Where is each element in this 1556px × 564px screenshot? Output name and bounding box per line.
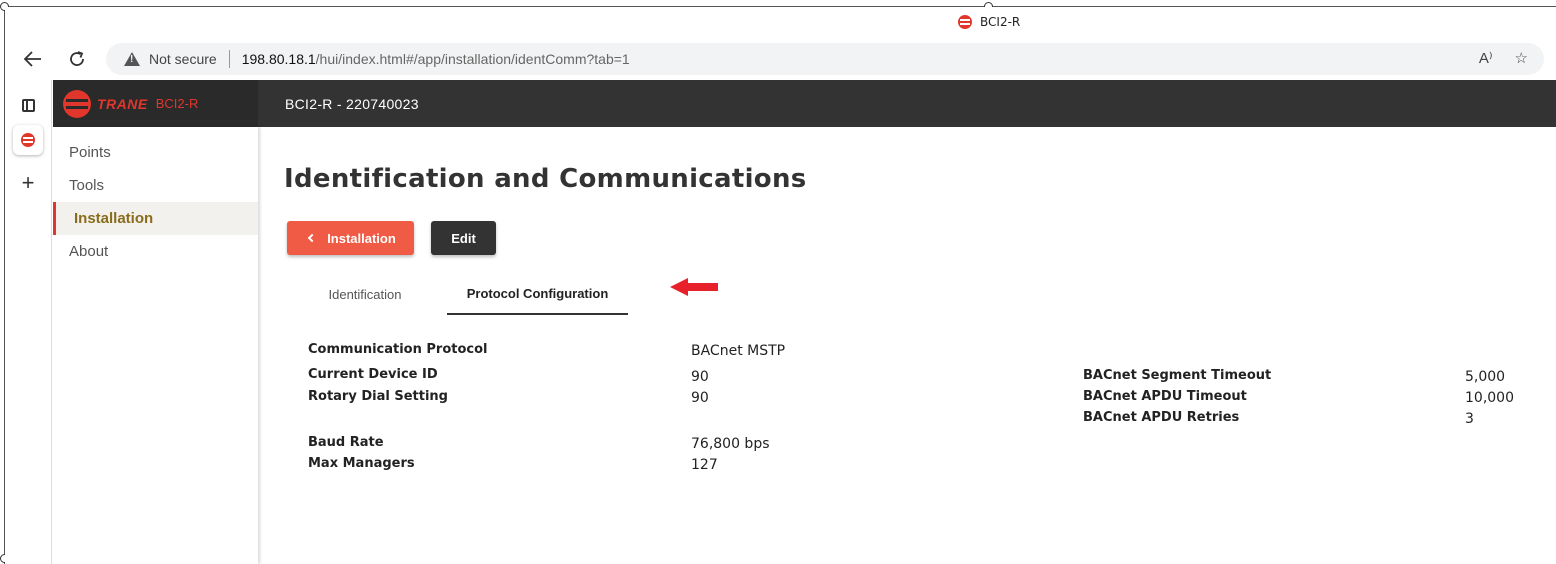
field-label-max-managers: Max Managers	[308, 456, 415, 471]
sidebar-item-tools[interactable]: Tools	[53, 169, 258, 202]
sidebar-toggle-button[interactable]	[13, 90, 43, 120]
field-label-communication-protocol: Communication Protocol	[308, 342, 488, 357]
sidebar-item-label: Installation	[74, 210, 154, 227]
favorite-star-icon[interactable]: ☆	[1515, 49, 1528, 67]
field-value-max-managers: 127	[691, 457, 718, 473]
field-label-bacnet-apdu-retries: BACnet APDU Retries	[1083, 410, 1240, 425]
security-label[interactable]: Not secure	[149, 51, 217, 67]
field-value-bacnet-apdu-timeout: 10,000	[1465, 390, 1514, 406]
address-bar[interactable]: Not secure 198.80.18.1 /hui/index.html#/…	[106, 43, 1544, 75]
browser-tab-title: BCI2-R	[980, 15, 1021, 29]
field-value-communication-protocol: BACnet MSTP	[691, 343, 786, 359]
tab-label: Protocol Configuration	[466, 285, 609, 301]
app-header: TRANE BCI2-R BCI2-R - 220740023	[53, 80, 1556, 127]
sidebar-item-about[interactable]: About	[53, 235, 258, 268]
page-title: Identification and Communications	[284, 164, 807, 194]
field-value-rotary-dial-setting: 90	[691, 390, 709, 406]
field-label-bacnet-segment-timeout: BACnet Segment Timeout	[1083, 368, 1272, 383]
trane-favicon-icon	[958, 15, 972, 29]
tab-protocol-configuration[interactable]: Protocol Configuration	[447, 273, 628, 315]
red-arrow-annotation-icon	[670, 278, 718, 296]
field-value-baud-rate: 76,800 bps	[691, 436, 770, 452]
chevron-left-icon	[307, 233, 317, 243]
sidebar-item-label: Tools	[69, 177, 105, 194]
field-value-current-device-id: 90	[691, 369, 709, 385]
tab-label: Identification	[328, 286, 402, 302]
sidebar-item-label: About	[69, 243, 109, 260]
trane-logo[interactable]: TRANE BCI2-R	[53, 80, 258, 127]
logo-word: TRANE	[97, 95, 148, 112]
field-label-baud-rate: Baud Rate	[308, 435, 384, 450]
sidebar-item-installation[interactable]: Installation	[53, 202, 258, 235]
sidebar-panel-icon	[21, 98, 35, 112]
new-tab-button[interactable]: +	[13, 168, 43, 198]
trane-favicon-icon	[21, 133, 35, 147]
url-host: 198.80.18.1	[241, 51, 316, 67]
address-separator	[228, 50, 230, 68]
field-label-rotary-dial-setting: Rotary Dial Setting	[308, 389, 448, 404]
browser-tab[interactable]: BCI2-R	[958, 15, 1020, 29]
browser-titlebar	[5, 7, 1556, 41]
warning-icon	[124, 52, 140, 66]
device-title: BCI2-R - 220740023	[285, 96, 419, 112]
app-sidebar: Points Tools Installation About	[53, 127, 258, 564]
field-value-bacnet-segment-timeout: 5,000	[1465, 369, 1506, 385]
logo-model: BCI2-R	[155, 96, 199, 111]
back-arrow-icon[interactable]	[18, 44, 48, 74]
field-value-bacnet-apdu-retries: 3	[1465, 411, 1474, 427]
main-content: Identification and Communications Instal…	[259, 127, 1556, 564]
sidebar-item-label: Points	[69, 144, 111, 161]
sidebar-item-points[interactable]: Points	[53, 136, 258, 169]
edit-button[interactable]: Edit	[431, 221, 496, 255]
url-path: /hui/index.html#/app/installation/identC…	[315, 51, 630, 67]
tab-identification[interactable]: Identification	[303, 273, 427, 315]
back-to-installation-button[interactable]: Installation	[287, 221, 414, 255]
browser-side-rail: +	[5, 80, 52, 564]
edit-button-label: Edit	[451, 230, 476, 246]
plus-icon: +	[21, 170, 35, 195]
back-button-label: Installation	[327, 230, 396, 246]
trane-logo-icon	[63, 89, 91, 118]
field-label-current-device-id: Current Device ID	[308, 367, 438, 382]
read-aloud-icon[interactable]: A⁾	[1479, 49, 1493, 67]
reload-icon[interactable]	[62, 44, 92, 74]
rail-tab-bci2r[interactable]	[13, 125, 43, 155]
field-label-bacnet-apdu-timeout: BACnet APDU Timeout	[1083, 389, 1247, 404]
